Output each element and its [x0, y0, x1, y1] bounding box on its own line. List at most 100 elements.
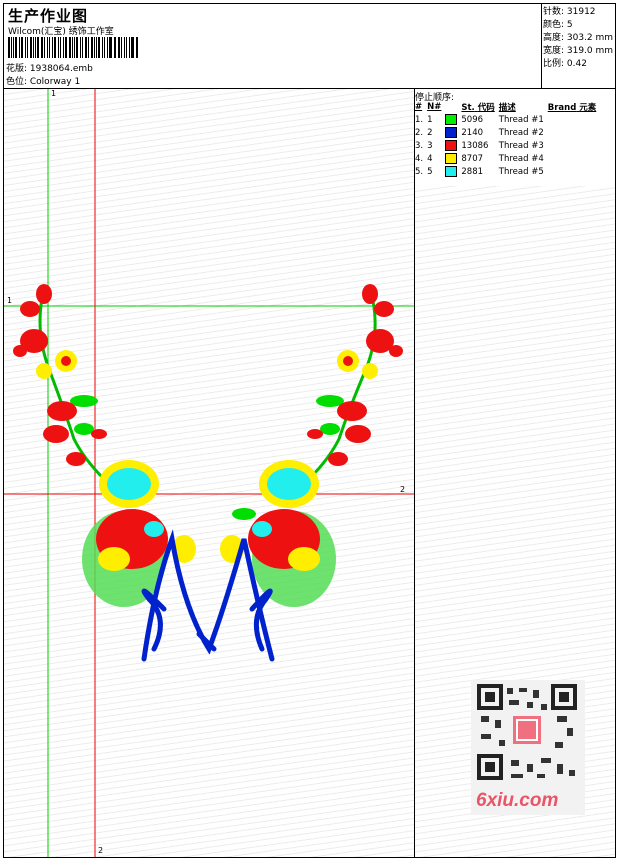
- embroidery-preview: [4, 89, 414, 857]
- barcode-bar: [101, 37, 103, 58]
- thread-needle: 3: [427, 140, 433, 151]
- barcode-bar: [32, 37, 34, 58]
- barcode-bar: [10, 37, 12, 58]
- barcode-bar: [125, 37, 128, 58]
- design-canvas: 1 1 2 2: [4, 89, 414, 857]
- thread-desc: Thread #2: [498, 127, 544, 138]
- thread-table-body: 1. 1 5096 Thread #1 2. 2 2140 Thread #2 3. 3 13086…: [414, 113, 599, 178]
- guide-label-top: 1: [51, 89, 57, 98]
- thread-desc: Thread #5: [498, 166, 544, 177]
- barcode-bar: [13, 37, 15, 58]
- col-needle: N#: [427, 102, 442, 112]
- barcode-bar: [98, 37, 100, 58]
- barcode-bar: [62, 37, 64, 58]
- thread-index: 4.: [415, 153, 424, 164]
- barcode-bar: [47, 37, 48, 58]
- barcode: [8, 37, 140, 58]
- barcode-bar: [93, 37, 95, 58]
- col-element: 元素: [579, 103, 597, 113]
- barcode-bar: [113, 37, 115, 58]
- thread-index: 1.: [415, 114, 424, 125]
- barcode-bar: [129, 37, 131, 58]
- thread-swatch: [444, 165, 460, 178]
- barcode-bar: [135, 37, 137, 58]
- thread-row: 1. 1 5096 Thread #1: [414, 113, 599, 126]
- barcode-bar: [88, 37, 89, 58]
- color-swatch: [445, 166, 458, 177]
- color-swatch: [445, 114, 458, 125]
- barcode-bar: [44, 37, 46, 58]
- barcode-bar: [20, 37, 24, 58]
- thread-desc: Thread #4: [498, 153, 544, 164]
- stitch-count: 针数: 31912: [543, 7, 596, 17]
- thread-code: 2881: [461, 166, 484, 177]
- barcode-bar: [71, 37, 73, 58]
- barcode-bar: [137, 37, 139, 58]
- barcode-bar: [90, 37, 93, 58]
- thread-row: 3. 3 13086 Thread #3: [414, 139, 599, 152]
- barcode-bar: [76, 37, 78, 58]
- colorway: 色位: Colorway 1: [6, 77, 81, 87]
- barcode-bar: [74, 37, 76, 58]
- col-code-label: 代码: [477, 103, 495, 113]
- barcode-bar: [79, 37, 81, 58]
- thread-row: 2. 2 2140 Thread #2: [414, 126, 599, 139]
- barcode-bar: [115, 37, 117, 58]
- color-count: 颜色: 5: [543, 20, 573, 30]
- thread-index: 5.: [415, 166, 424, 177]
- barcode-bar: [58, 37, 59, 58]
- left-bouquet: [82, 460, 196, 607]
- embroidery-design: [13, 284, 403, 662]
- thread-index: 2.: [415, 127, 424, 138]
- col-swatch: [444, 101, 460, 113]
- design-file: 花版: 1938064.emb: [6, 64, 93, 74]
- thread-row: 5. 5 2881 Thread #5: [414, 165, 599, 178]
- col-index: #: [415, 102, 423, 112]
- design-height: 高度: 303.2 mm: [543, 33, 614, 43]
- thread-brand: [547, 139, 600, 152]
- thread-code: 5096: [461, 114, 484, 125]
- thread-swatch: [444, 113, 460, 126]
- thread-needle: 1: [427, 114, 433, 125]
- barcode-bar: [25, 37, 27, 58]
- thread-brand: [547, 152, 600, 165]
- col-code: St. 代码: [460, 101, 497, 113]
- color-swatch: [445, 140, 458, 151]
- barcode-bar: [131, 37, 134, 58]
- col-st: St.: [461, 103, 475, 113]
- guide-label-right: 2: [400, 485, 406, 494]
- thread-needle: 4: [427, 153, 433, 164]
- thread-desc: Thread #1: [498, 114, 544, 125]
- thread-row: 4. 4 8707 Thread #4: [414, 152, 599, 165]
- col-brand-label: Brand: [547, 103, 577, 113]
- thread-code: 2140: [461, 127, 484, 138]
- qr-code-image: [477, 684, 577, 780]
- barcode-bar: [120, 37, 122, 58]
- barcode-bar: [84, 37, 88, 58]
- thread-swatch: [444, 139, 460, 152]
- barcode-bar: [106, 37, 109, 58]
- design-width: 宽度: 319.0 mm: [543, 46, 614, 56]
- stats-panel: 针数: 31912 颜色: 5 高度: 303.2 mm 宽度: 319.0 m…: [543, 6, 613, 71]
- right-bouquet: [220, 460, 336, 607]
- barcode-bar: [103, 37, 105, 58]
- right-vine: [307, 284, 403, 481]
- col-desc: 描述: [498, 103, 516, 113]
- thread-index: 3.: [415, 140, 424, 151]
- barcode-bar: [27, 37, 28, 58]
- site-logo: 6xiu.com: [476, 790, 559, 811]
- barcode-bar: [123, 37, 125, 58]
- barcode-bar: [54, 37, 57, 58]
- barcode-bar: [109, 37, 112, 58]
- barcode-bar: [18, 37, 20, 58]
- page-title: 生产作业图: [8, 7, 89, 25]
- barcode-bar: [64, 37, 68, 58]
- barcode-bar: [40, 37, 44, 58]
- stats-divider: [541, 3, 542, 88]
- barcode-bar: [8, 37, 10, 58]
- barcode-bar: [29, 37, 32, 58]
- barcode-bar: [51, 37, 54, 58]
- barcode-bar: [96, 37, 98, 58]
- thread-needle: 2: [427, 127, 433, 138]
- thread-table-header: # N# St. 代码 描述 Brand 元素: [414, 101, 599, 113]
